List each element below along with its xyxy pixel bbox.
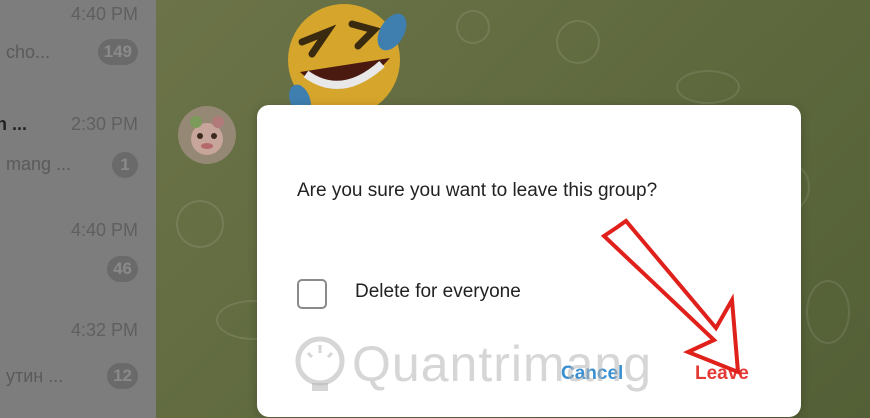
laughing-tears-emoji-icon [288, 4, 407, 112]
chat-list-panel: 4:40 PM cho... 149 n ... 2:30 PM mang ..… [0, 0, 156, 418]
chat-time: 4:40 PM [70, 4, 138, 24]
sticker-avatar-icon[interactable] [178, 106, 236, 164]
chat-time: 2:30 PM [70, 114, 138, 134]
unread-badge: 12 [107, 363, 138, 389]
chat-list-item[interactable]: n ... 2:30 PM mang ... 1 [0, 100, 156, 200]
chat-time: 4:32 PM [70, 320, 138, 340]
leave-group-dialog: Are you sure you want to leave this grou… [257, 105, 801, 417]
chat-preview: утин ... [6, 366, 64, 386]
delete-for-everyone-checkbox[interactable] [297, 279, 327, 309]
cancel-button[interactable]: Cancel [555, 357, 629, 391]
chat-time: 4:40 PM [70, 220, 138, 240]
chat-list-item[interactable]: 4:40 PM 46 [0, 210, 156, 310]
chat-preview: mang ... [6, 154, 72, 174]
leave-button[interactable]: Leave [689, 357, 755, 391]
chat-name: n ... [0, 114, 27, 134]
unread-badge: 149 [97, 39, 138, 65]
chat-preview: cho... [6, 42, 51, 62]
unread-badge: 46 [107, 256, 138, 282]
chat-list-item[interactable]: 4:40 PM cho... 149 [0, 0, 156, 90]
chat-list-item[interactable]: 4:32 PM утин ... 12 [0, 310, 156, 410]
dialog-message: Are you sure you want to leave this grou… [297, 180, 658, 201]
checkbox-label[interactable]: Delete for everyone [355, 281, 521, 303]
unread-badge: 1 [112, 152, 138, 178]
